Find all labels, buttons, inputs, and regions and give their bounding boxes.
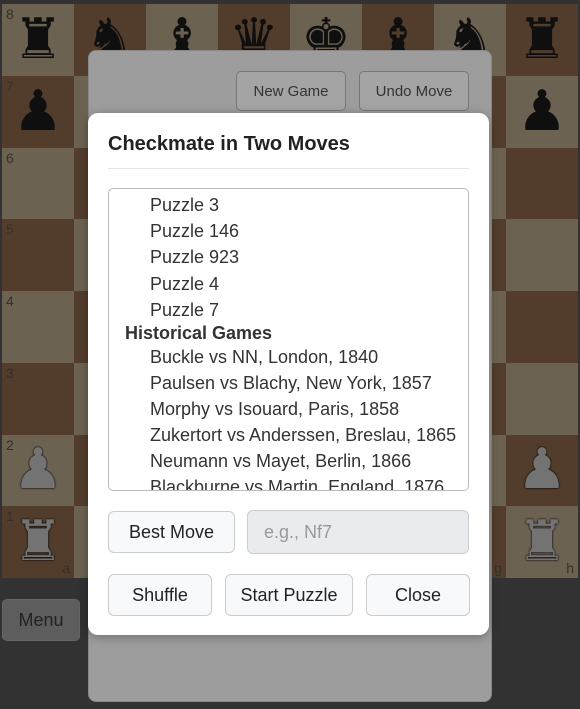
list-option[interactable]: Morphy vs Isouard, Paris, 1858 — [150, 398, 399, 420]
puzzle-dialog: Checkmate in Two Moves Puzzle 3 Puzzle 1… — [88, 113, 489, 635]
list-option[interactable]: Puzzle 923 — [150, 246, 239, 268]
list-option[interactable]: Puzzle 3 — [150, 194, 219, 216]
close-button[interactable]: Close — [366, 574, 470, 616]
start-puzzle-button[interactable]: Start Puzzle — [225, 574, 353, 616]
new-game-button[interactable]: New Game — [236, 71, 346, 111]
dialog-title: Checkmate in Two Moves — [108, 133, 350, 155]
shuffle-button[interactable]: Shuffle — [108, 574, 212, 616]
move-input[interactable]: e.g., Nf7 — [247, 510, 469, 554]
list-option[interactable]: Neumann vs Mayet, Berlin, 1866 — [150, 450, 411, 472]
menu-button[interactable]: Menu — [2, 599, 80, 641]
puzzle-listbox[interactable]: Puzzle 3 Puzzle 146 Puzzle 923 Puzzle 4 … — [108, 188, 469, 491]
title-divider — [108, 168, 469, 169]
list-group-header: Historical Games — [125, 323, 273, 343]
list-option[interactable]: Puzzle 146 — [150, 220, 239, 242]
list-option[interactable]: Blackburne vs Martin, England, 1876 — [150, 476, 444, 490]
list-option[interactable]: Puzzle 4 — [150, 273, 219, 295]
best-move-button[interactable]: Best Move — [108, 511, 235, 553]
list-option[interactable]: Puzzle 7 — [150, 299, 219, 321]
undo-move-button[interactable]: Undo Move — [359, 71, 469, 111]
list-option[interactable]: Paulsen vs Blachy, New York, 1857 — [150, 372, 432, 394]
list-option[interactable]: Buckle vs NN, London, 1840 — [150, 346, 378, 368]
list-option[interactable]: Zukertort vs Anderssen, Breslau, 1865 — [150, 424, 456, 446]
